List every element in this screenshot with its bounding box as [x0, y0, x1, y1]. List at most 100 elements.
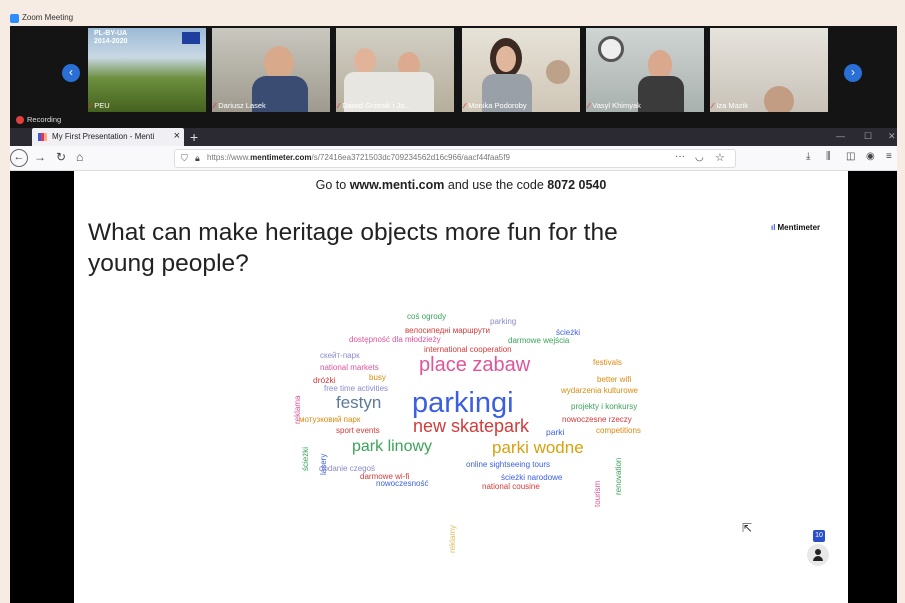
word-cloud-entry: free time activities — [324, 384, 389, 393]
navigation-bar: ← → ↻ ⌂ ⛉ 🔒︎ https://www.mentimeter.com/… — [10, 146, 897, 171]
new-tab-icon[interactable]: + — [190, 128, 198, 146]
word-cloud-entry: festivals — [593, 358, 622, 367]
word-cloud-entry: festyn — [336, 393, 382, 412]
participant-tile[interactable]: ⁄ Dariusz Lasek — [212, 28, 330, 112]
account-icon[interactable]: ◉ — [866, 151, 875, 162]
bookmark-star-icon[interactable]: ☆ — [715, 151, 725, 164]
word-cloud-entry: national markets — [320, 363, 379, 372]
tab-close-icon[interactable]: × — [174, 130, 180, 142]
word-cloud-entry: coś ogrody — [407, 312, 447, 321]
forward-arrow-icon[interactable]: → — [34, 150, 46, 164]
word-cloud-entry: reklamy — [448, 524, 457, 553]
mic-muted-icon: ⁄ — [464, 101, 466, 110]
recording-dot-icon — [16, 116, 24, 124]
word-cloud-entry: better wifi — [597, 375, 632, 384]
participant-name: Dawid Grzesik i Ja... — [342, 101, 411, 110]
shield-icon[interactable]: ⛉ — [181, 153, 188, 164]
word-cloud-entry: велосипедні маршрути — [405, 326, 491, 335]
word-cloud-entry: ścieżki — [301, 446, 310, 471]
word-cloud-entry: place zabaw — [419, 354, 531, 376]
word-cloud-entry: renovation — [614, 457, 623, 495]
strip-prev-arrow-icon[interactable]: ‹ — [62, 64, 80, 82]
home-icon[interactable]: ⌂ — [76, 150, 83, 164]
mic-muted-icon: ⁄ — [712, 101, 714, 110]
browser-tab[interactable]: My First Presentation - Menti × — [32, 128, 184, 146]
word-cloud-entry: park linowy — [352, 438, 433, 455]
url-bar[interactable]: ⛉ 🔒︎ https://www.mentimeter.com/s/72416e… — [174, 149, 736, 168]
download-icon[interactable]: ⤓ — [806, 151, 810, 162]
zoom-window: Zoom Meeting ‹ PL-BY-UA 2014-2020 ⁄ PEU ⁄… — [10, 12, 897, 603]
participant-name: Dariusz Lasek — [218, 101, 266, 110]
back-arrow-icon[interactable]: ← — [10, 149, 28, 167]
banner-line1: PL-BY-UA — [94, 30, 128, 37]
participant-tile[interactable]: ⁄ Iza Mazik — [710, 28, 828, 112]
mic-muted-icon: ⁄ — [214, 101, 216, 110]
word-cloud-entry: sport events — [336, 426, 380, 435]
word-cloud: coś ogrody parking велосипедні маршрути ści… — [74, 171, 848, 603]
lock-icon[interactable]: 🔒︎ — [195, 153, 200, 164]
maximize-icon[interactable]: ☐ — [864, 131, 872, 142]
participant-video — [354, 48, 376, 74]
zoom-app-icon — [10, 14, 19, 23]
participant-name: Iza Mazik — [716, 101, 748, 110]
banner-line2: 2014-2020 — [94, 38, 128, 45]
recording-label: Recording — [27, 115, 62, 124]
close-window-icon[interactable]: ✕ — [888, 131, 896, 142]
word-cloud-entry: parki — [546, 427, 565, 437]
person-icon[interactable] — [807, 544, 829, 566]
word-cloud-entry: online sightseeing tours — [466, 460, 551, 469]
word-cloud-entry: wydarzenia kulturowe — [561, 386, 638, 395]
menu-icon[interactable]: ≡ — [886, 151, 892, 162]
pocket-icon[interactable]: ◡ — [695, 152, 704, 163]
word-cloud-entry: dostępność dla młodzieży — [349, 335, 441, 344]
word-cloud-entry: tourism — [593, 480, 602, 507]
participant-strip: ‹ PL-BY-UA 2014-2020 ⁄ PEU ⁄ Dariusz Lasek… — [10, 26, 897, 112]
participant-video — [764, 86, 794, 112]
zoom-titlebar: Zoom Meeting — [10, 12, 897, 26]
word-cloud-entry: parkingi — [412, 387, 514, 419]
word-cloud-entry: projekty i konkursy — [571, 402, 638, 411]
mic-muted-icon: ⁄ — [588, 101, 590, 110]
participant-tile[interactable]: ⁄ Vasyl Khimyak — [586, 28, 704, 112]
browser-window: My First Presentation - Menti × + — ☐ ✕ … — [10, 128, 897, 603]
tab-title: My First Presentation - Menti — [52, 132, 155, 141]
mic-muted-icon: ⁄ — [338, 101, 340, 110]
participant-tile[interactable]: ⁄ Dawid Grzesik i Ja... — [336, 28, 454, 112]
reload-icon[interactable]: ↻ — [56, 150, 66, 164]
participant-name: Vasyl Khimyak — [592, 101, 641, 110]
tab-bar: My First Presentation - Menti × + — ☐ ✕ — [10, 128, 897, 146]
recording-bar: Recording — [10, 112, 897, 128]
page-content: Go to www.menti.com and use the code 807… — [10, 171, 897, 603]
minimize-icon[interactable]: — — [836, 131, 845, 141]
mouse-cursor-icon: ⇱ — [742, 521, 753, 535]
strip-next-arrow-icon[interactable]: › — [844, 64, 862, 82]
word-cloud-entry: darmowe wejścia — [508, 336, 570, 345]
mentimeter-favicon-icon — [38, 133, 47, 141]
participant-name: Monika Podoroby — [468, 101, 527, 110]
word-cloud-entry: parki wodne — [492, 438, 584, 457]
word-cloud-entry: мотузковий парк — [299, 415, 361, 424]
word-cloud-entry: nowoczesność — [376, 479, 429, 488]
url-text: https://www.mentimeter.com/s/72416ea3721… — [207, 153, 510, 162]
word-cloud-entry: new skatepark — [413, 416, 530, 436]
page-actions-icon[interactable]: ··· — [675, 151, 685, 162]
word-cloud-entry: nowoczesne rzeczy — [562, 415, 632, 424]
word-cloud-entry: competitions — [596, 426, 641, 435]
participant-tile[interactable]: ⁄ Monika Podoroby — [462, 28, 580, 112]
word-cloud-entry: busy — [369, 373, 386, 382]
word-cloud-entry: скейт-парк — [320, 351, 360, 360]
eu-flag-icon — [182, 32, 200, 44]
word-cloud-entry: ścieżki narodowe — [501, 473, 563, 482]
participant-video — [264, 46, 294, 80]
participant-tile[interactable]: PL-BY-UA 2014-2020 ⁄ PEU — [88, 28, 206, 112]
participant-name: PEU — [94, 101, 110, 110]
library-icon[interactable]: ⫼ — [826, 151, 831, 162]
word-cloud-entry: national cousine — [482, 482, 540, 491]
presentation-slide: Go to www.menti.com and use the code 807… — [74, 171, 848, 603]
participant-count-badge: 10 — [813, 530, 825, 542]
sidebar-icon[interactable]: ◫ — [846, 151, 855, 162]
zoom-window-title: Zoom Meeting — [22, 13, 74, 22]
word-cloud-entry: international cooperation — [424, 345, 512, 354]
mic-muted-icon: ⁄ — [90, 101, 92, 110]
word-cloud-entry: parking — [490, 317, 517, 326]
